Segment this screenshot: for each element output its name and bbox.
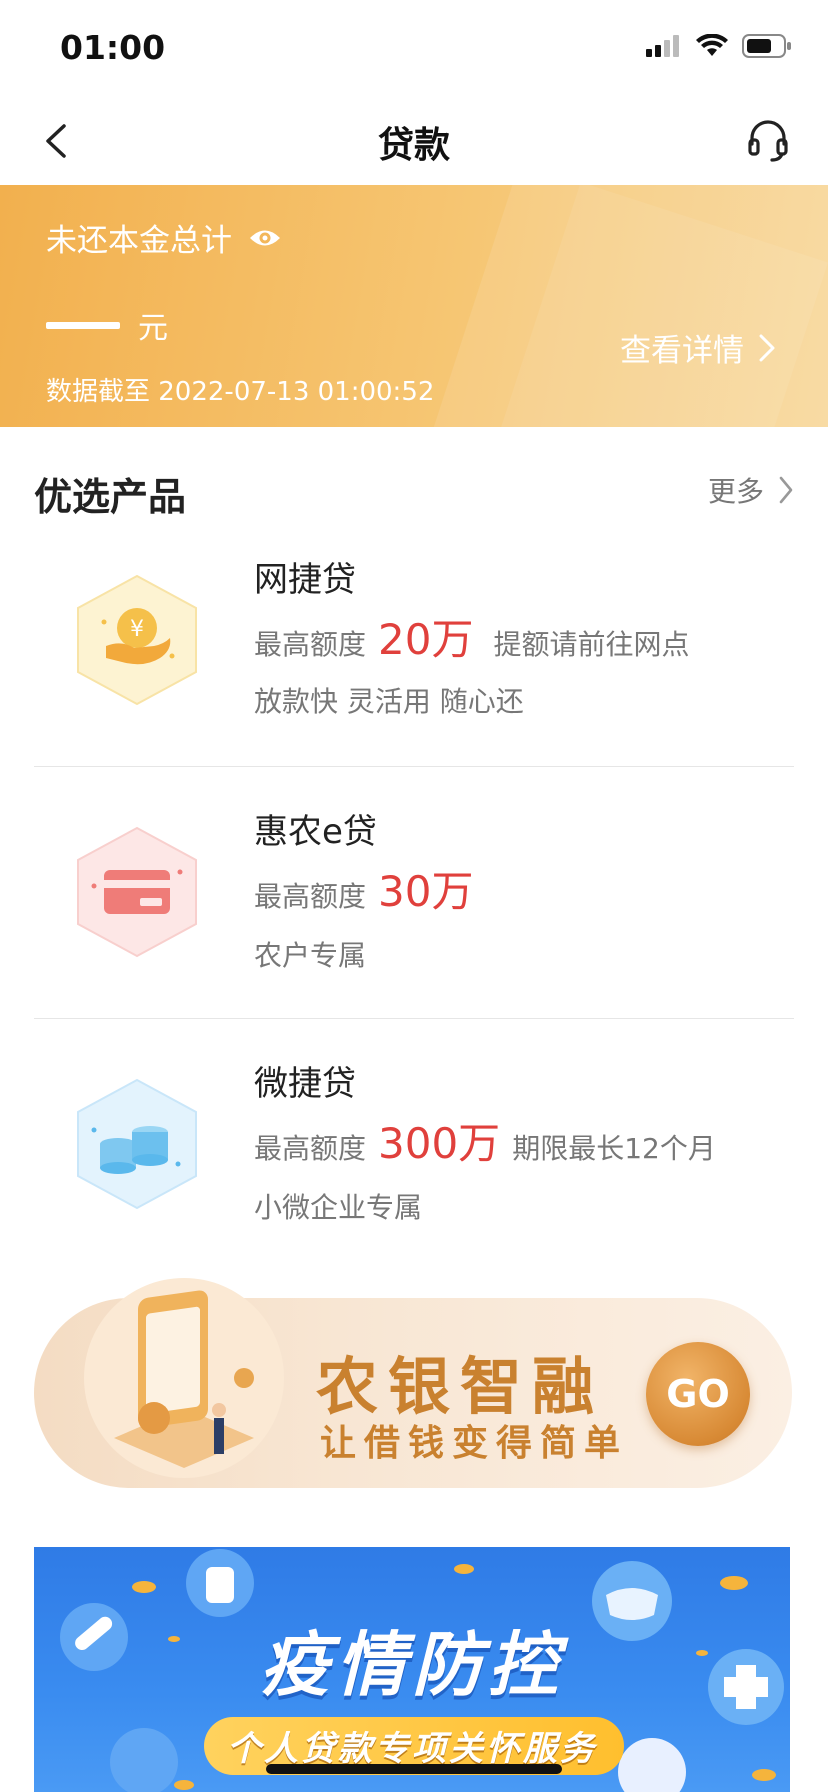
data-timestamp: 数据截至 2022-07-13 01:00:52 bbox=[46, 377, 435, 407]
promo-title: 疫情防控 bbox=[260, 1624, 564, 1706]
card-icon bbox=[77, 826, 197, 958]
principal-label-row: 未还本金总计 bbox=[46, 215, 282, 260]
product-name: 微捷贷 bbox=[254, 1064, 356, 1104]
section-title: 优选产品 bbox=[34, 475, 187, 519]
home-indicator bbox=[266, 1764, 562, 1774]
limit-label: 最高额度 bbox=[254, 628, 367, 661]
loan-summary-card: 未还本金总计 元 数据截至 2022-07-13 01:00:52 查看详情 bbox=[0, 185, 828, 427]
headset-icon[interactable] bbox=[744, 116, 792, 164]
product-card-wangjiedai[interactable]: ¥ 网捷贷 最高额度 20万 提额请前往网点 放款快 灵活用 随心还 bbox=[34, 540, 794, 790]
signal-icon bbox=[646, 35, 679, 57]
nav-bar: 贷款 bbox=[0, 96, 828, 186]
product-desc: 小微企业专属 bbox=[254, 1191, 423, 1224]
principal-label: 未还本金总计 bbox=[46, 223, 232, 259]
promo-banner-nongyin-zhirong[interactable]: 农银智融 让借钱变得简单 GO bbox=[34, 1278, 792, 1488]
view-details-label: 查看详情 bbox=[620, 333, 744, 369]
eye-icon[interactable] bbox=[248, 227, 282, 249]
product-name: 网捷贷 bbox=[254, 560, 356, 600]
product-limit-row: 最高额度 30万 bbox=[254, 858, 485, 919]
hidden-amount-dash bbox=[46, 321, 120, 329]
limit-value: 300万 bbox=[378, 1119, 501, 1168]
chevron-right-icon bbox=[759, 334, 775, 361]
more-link[interactable]: 更多 bbox=[708, 470, 794, 510]
view-details-link[interactable]: 查看详情 bbox=[620, 325, 776, 370]
limit-label: 最高额度 bbox=[254, 1132, 367, 1165]
status-bar: 01:00 bbox=[0, 0, 828, 96]
product-desc: 农户专属 bbox=[254, 939, 367, 972]
phone-illustration-icon bbox=[84, 1278, 284, 1478]
chevron-right-icon bbox=[779, 476, 793, 504]
divider bbox=[34, 1018, 794, 1019]
divider bbox=[34, 766, 794, 767]
limit-value: 30万 bbox=[378, 867, 474, 916]
status-time: 01:00 bbox=[60, 28, 166, 67]
product-card-huinong-edai[interactable]: 惠农e贷 最高额度 30万 农户专属 bbox=[34, 792, 794, 1042]
limit-extra: 期限最长12个月 bbox=[512, 1132, 716, 1165]
limit-extra: 提额请前往网点 bbox=[493, 628, 690, 661]
battery-icon bbox=[742, 34, 791, 58]
yen-hand-icon: ¥ bbox=[77, 574, 197, 706]
product-card-weijiedai[interactable]: 微捷贷 最高额度 300万 期限最长12个月 小微企业专属 bbox=[34, 1044, 794, 1294]
principal-amount: 元 bbox=[46, 303, 168, 347]
go-button[interactable]: GO bbox=[646, 1342, 750, 1446]
limit-label: 最高额度 bbox=[254, 880, 367, 913]
promo-subtitle: 个人贷款专项关怀服务 bbox=[227, 1729, 597, 1769]
wifi-icon bbox=[696, 34, 728, 56]
promo-banner-epidemic-care[interactable]: 疫情防控 个人贷款专项关怀服务 bbox=[34, 1547, 790, 1792]
product-name: 惠农e贷 bbox=[254, 812, 377, 852]
amount-unit: 元 bbox=[138, 311, 168, 346]
page-title: 贷款 bbox=[377, 125, 450, 166]
promo-title: 农银智融 bbox=[316, 1350, 605, 1423]
product-limit-row: 最高额度 300万 期限最长12个月 bbox=[254, 1110, 716, 1171]
status-icons bbox=[646, 34, 792, 58]
coin-stack-icon bbox=[77, 1078, 197, 1210]
product-desc: 放款快 灵活用 随心还 bbox=[254, 685, 524, 718]
limit-value: 20万 bbox=[378, 615, 474, 664]
svg-text:¥: ¥ bbox=[130, 617, 144, 642]
product-limit-row: 最高额度 20万 提额请前往网点 bbox=[254, 606, 689, 667]
more-label: 更多 bbox=[707, 475, 764, 508]
promo-subtitle: 让借钱变得简单 bbox=[320, 1423, 629, 1464]
